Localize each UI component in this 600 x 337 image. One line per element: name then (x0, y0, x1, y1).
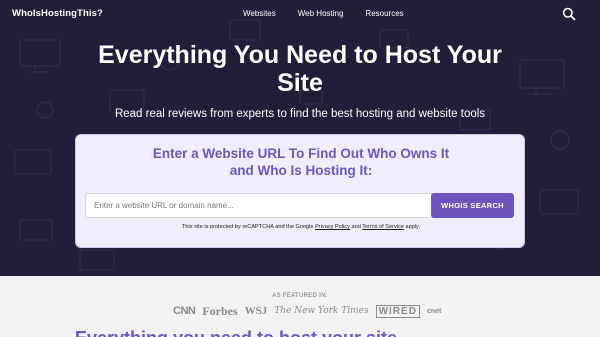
search-icon[interactable] (562, 7, 576, 21)
recaptcha-note-prefix: This site is protected by reCAPTCHA and … (182, 224, 314, 230)
cnn-logo: CNN (173, 305, 196, 317)
nyt-logo: The New York Times (274, 306, 369, 316)
hero-subtitle: Read real reviews from experts to find t… (114, 108, 486, 120)
nav-link-resources[interactable]: Resources (365, 9, 403, 18)
cnet-logo: cnet (426, 307, 442, 315)
terms-of-service-link[interactable]: Terms of Service (362, 224, 404, 230)
recaptcha-note-and: and (351, 224, 361, 230)
forbes-logo: Forbes (202, 303, 238, 318)
nav-links: Websites Web Hosting Resources (243, 9, 426, 18)
featured-in-label: AS FEATURED IN: (272, 293, 328, 299)
search-card-title: Enter a Website URL To Find Out Who Owns… (76, 145, 526, 179)
privacy-policy-link[interactable]: Privacy Policy (315, 224, 350, 230)
site-logo[interactable]: WhoIsHostingThis? (12, 8, 103, 19)
recaptcha-note: This site is protected by reCAPTCHA and … (76, 224, 526, 230)
whois-search-card: Enter a Website URL To Find Out Who Owns… (75, 134, 525, 248)
hero-title: Everything You Need to Host Your Site (98, 41, 502, 97)
domain-search-input[interactable] (85, 193, 431, 218)
top-navbar: WhoIsHostingThis? Websites Web Hosting R… (0, 0, 600, 28)
nav-link-websites[interactable]: Websites (243, 9, 276, 18)
section-title: Everything you need to host your site (75, 328, 525, 337)
press-logos: CNN Forbes WSJ The New York Times WIRED … (173, 303, 441, 319)
search-card-title-line1: Enter a Website URL To Find Out Who Owns… (152, 146, 450, 161)
wsj-logo: WSJ (244, 305, 268, 317)
wired-logo: WIRED (375, 304, 420, 318)
nav-link-web-hosting[interactable]: Web Hosting (298, 9, 344, 18)
whois-search-button[interactable]: WHOIS SEARCH (431, 193, 514, 218)
hero-section: WhoIsHostingThis? Websites Web Hosting R… (0, 0, 600, 276)
search-card-title-line2: and Who Is Hosting It: (229, 163, 373, 178)
recaptcha-note-suffix: apply. (405, 224, 420, 230)
